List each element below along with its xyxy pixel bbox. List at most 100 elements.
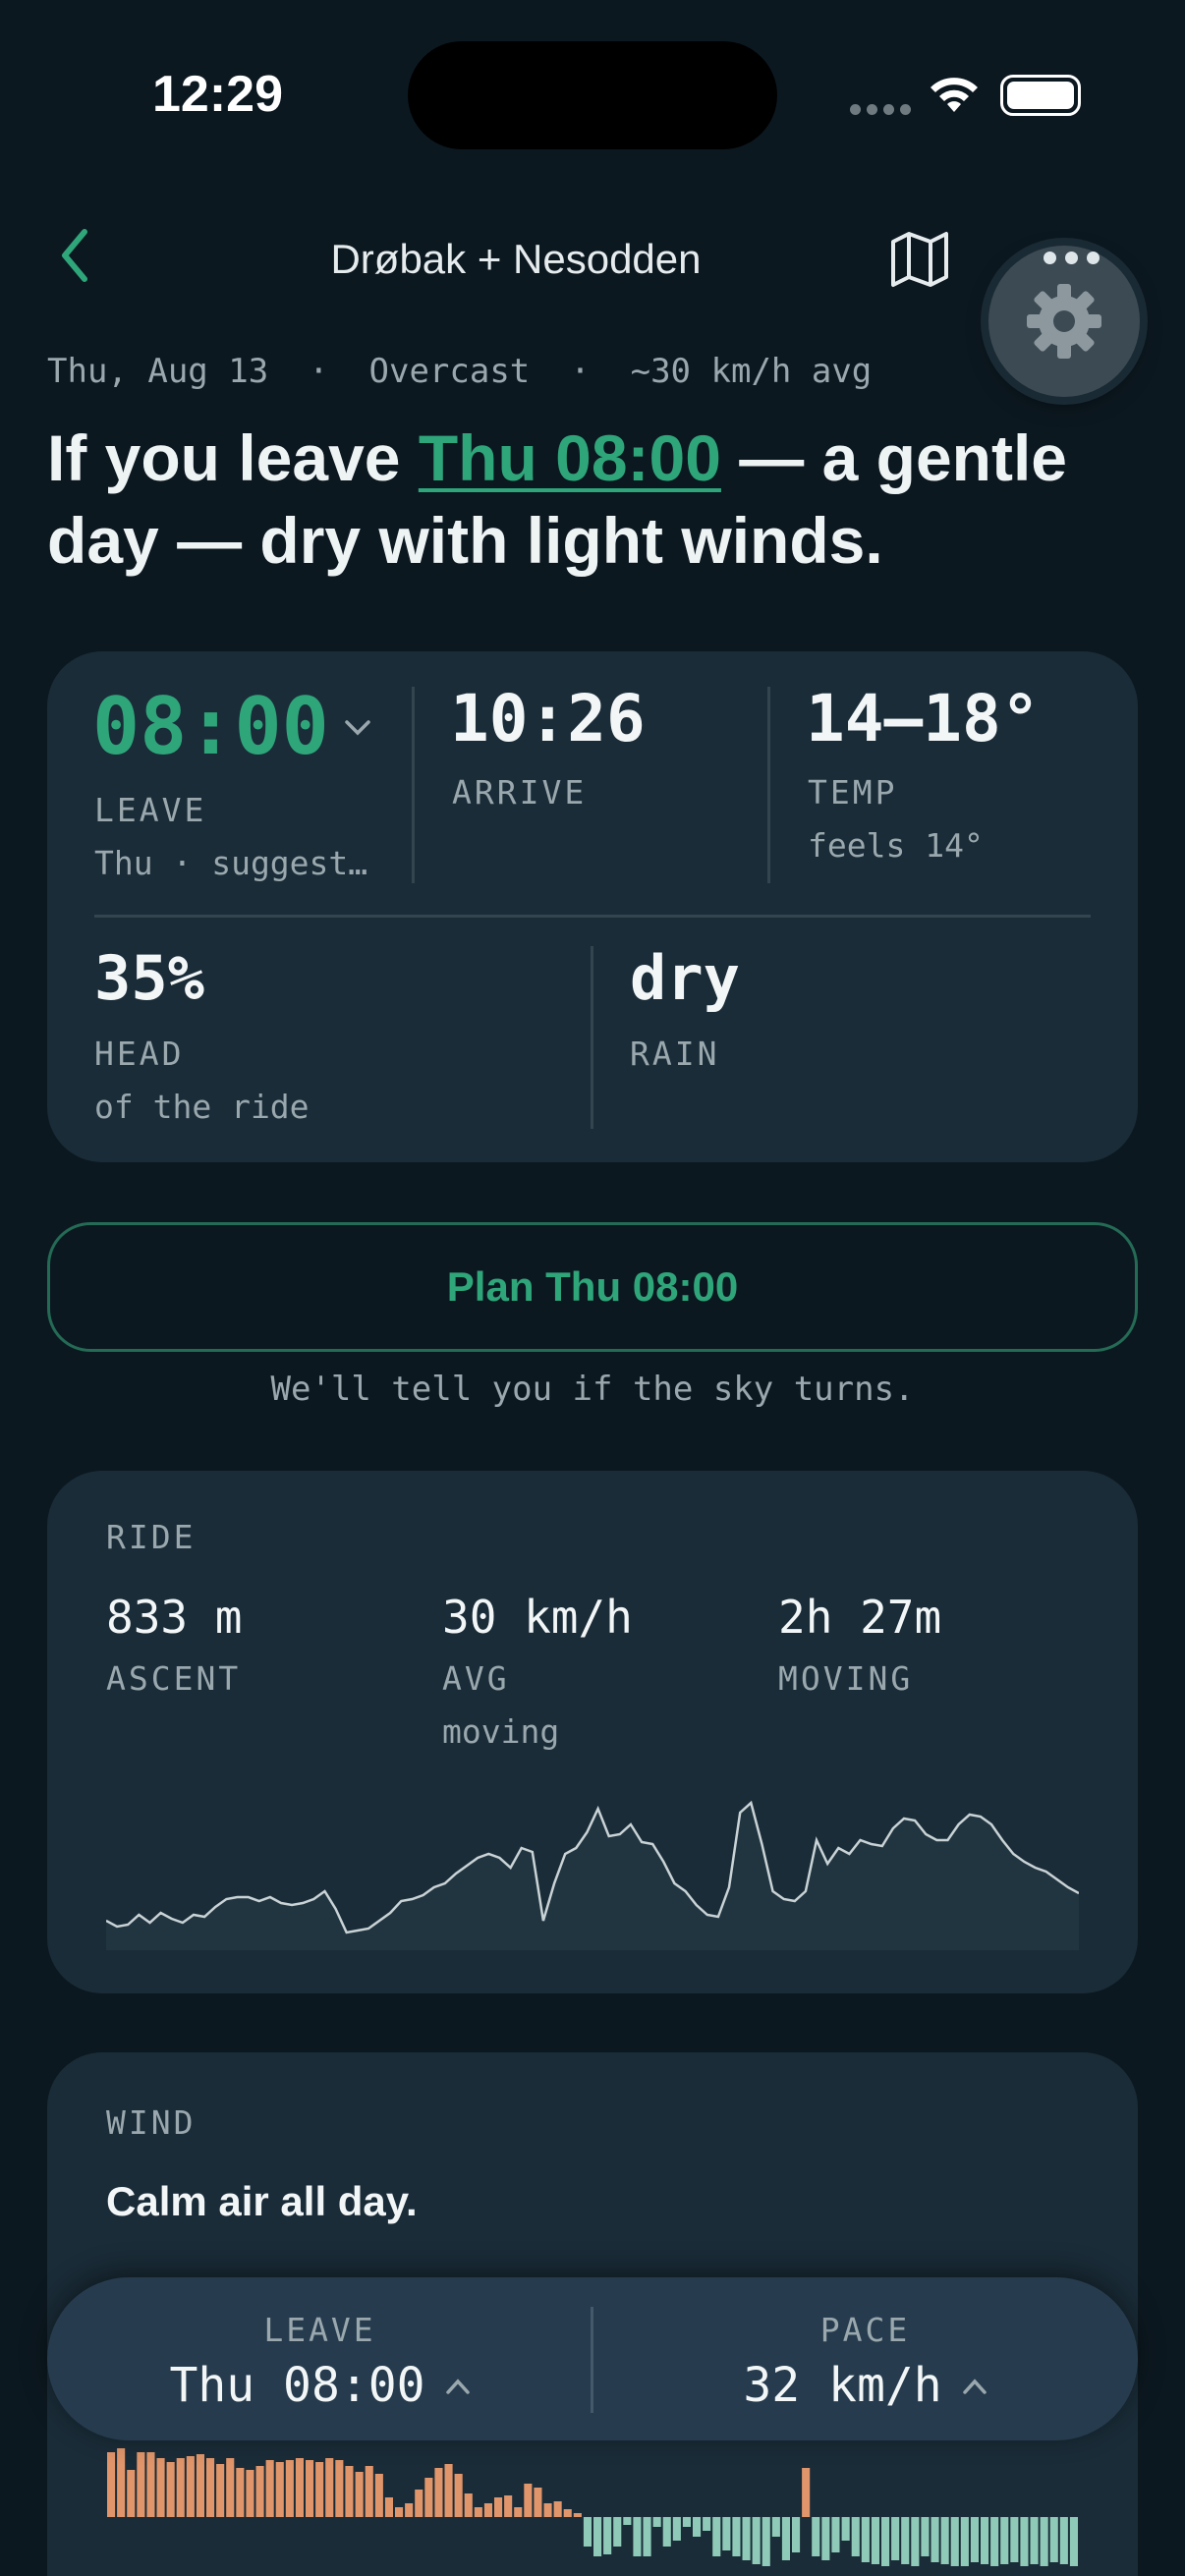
pace-control-value: 32 km/h [592,2358,1138,2413]
wind-bar [226,2458,235,2517]
leave-control[interactable]: LEAVE Thu 08:00 [47,2277,592,2440]
wind-bar [553,2501,562,2517]
wind-bar [137,2452,145,2517]
wind-bar [335,2460,344,2517]
wind-bar [117,2448,126,2517]
wind-bar [901,2517,910,2564]
wind-bar [483,2503,492,2517]
wind-bar [831,2517,840,2552]
more-dots-icon[interactable] [1044,252,1100,264]
leave-control-label: LEAVE [263,2311,376,2349]
leave-sub: Thu · suggest… [94,844,368,882]
leave-cell[interactable]: 08:00 [92,681,372,772]
wind-bar [1030,2517,1039,2564]
ride-card: RIDE 833 m ASCENT 30 km/h AVG moving 2h … [47,1471,1138,1993]
plan-note: We'll tell you if the sky turns. [270,1370,915,1409]
wind-bar [524,2484,533,2517]
wind-bar [374,2474,383,2517]
cellular-signal-icon [850,104,911,115]
wind-bar [285,2460,294,2517]
wind-bar [424,2478,433,2517]
wind-bar [812,2517,820,2556]
wind-bar [861,2517,870,2562]
wind-bar [970,2517,979,2562]
wind-bar [643,2517,651,2556]
wind-bar [166,2462,175,2517]
forecast-card: 08:00 LEAVE Thu · suggest… 10:26 ARRIVE … [47,651,1138,1162]
status-time: 12:29 [152,66,283,123]
wind-bar [494,2497,503,2517]
wind-bar [762,2517,770,2566]
wind-bar [960,2517,969,2566]
wind-bar [990,2517,999,2566]
wind-bar [186,2456,195,2517]
route-title: Drøbak + Nesodden [330,236,702,282]
wind-bar [1000,2517,1009,2564]
avg-label: AVG [442,1659,510,1698]
elevation-profile-chart [106,1800,1079,1950]
wind-bar [415,2490,423,2517]
avg-speed-value: 30 km/h [442,1591,633,1644]
temp-range: 14–18° [806,681,1041,756]
wind-section-label: WIND [106,2103,197,2142]
wind-bar [583,2517,592,2547]
wind-bar [395,2507,404,2517]
wind-bar [603,2517,612,2554]
rain-value: dry [630,942,740,1014]
wind-bar [216,2464,225,2517]
wind-bar [742,2517,751,2560]
wind-bar [781,2517,790,2560]
map-icon[interactable] [889,230,950,289]
divider [591,946,593,1129]
head-sub: of the ride [94,1088,310,1126]
ascent-label: ASCENT [106,1659,242,1698]
wind-bar [543,2503,552,2517]
headline: If you leave Thu 08:00 — a gentle day — … [47,417,1138,582]
elevation-area [106,1803,1079,1950]
headwind-share: 35% [94,942,204,1014]
wind-bar [146,2452,155,2517]
wind-bar [365,2466,373,2517]
wind-bar [275,2462,284,2517]
dynamic-island [408,41,777,149]
wind-bar [672,2517,681,2541]
moving-time-value: 2h 27m [778,1591,942,1644]
wind-bar [1020,2517,1029,2566]
headline-leave-link[interactable]: Thu 08:00 [419,421,721,494]
wind-bar [196,2454,204,2517]
wind-bar [156,2458,165,2517]
plan-button[interactable]: Plan Thu 08:00 [47,1222,1138,1352]
divider [94,915,1091,918]
wind-bar [1059,2517,1068,2564]
pace-control[interactable]: PACE 32 km/h [592,2277,1138,2440]
wind-bar [176,2458,185,2517]
settings-button[interactable] [988,246,1140,397]
wind-bar [434,2468,443,2517]
leave-control-value: Thu 08:00 [47,2358,592,2413]
wind-bar [1010,2517,1019,2562]
wind-bar [325,2458,334,2517]
wind-bar [573,2513,582,2517]
wind-bar [563,2509,572,2517]
wind-bar [384,2497,393,2517]
battery-icon [1000,75,1081,116]
wind-bar [295,2458,304,2517]
wind-bar [851,2517,860,2556]
wind-bar [345,2466,354,2517]
arrive-time: 10:26 [450,681,646,756]
wind-bar [881,2517,890,2566]
wind-bar [444,2464,453,2517]
wind-bar [950,2517,959,2566]
wind-bar [306,2460,314,2517]
wind-bar [693,2517,702,2537]
wind-bar [613,2517,622,2547]
divider [767,687,770,883]
ride-section-label: RIDE [106,1518,197,1556]
headline-prefix: If you leave [47,421,419,494]
wind-bar [255,2466,264,2517]
wind-summary: Calm air all day. [106,2178,418,2224]
wind-bar [652,2517,661,2527]
head-label: HEAD [94,1035,185,1073]
wind-bar [593,2517,602,2556]
wind-bar [534,2488,542,2517]
